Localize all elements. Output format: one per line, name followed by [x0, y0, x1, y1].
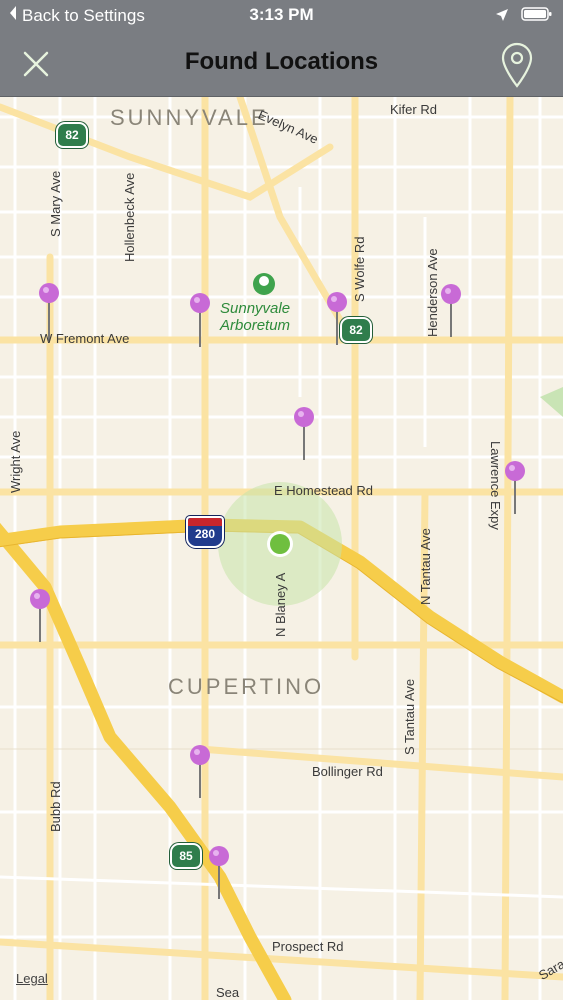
route-82-shield: 82 [56, 122, 88, 148]
street-label-kifer: Kifer Rd [390, 102, 437, 117]
legal-link[interactable]: Legal [16, 971, 48, 986]
tree-icon [259, 276, 269, 286]
street-label-lawrence: Lawrence Expy [488, 441, 503, 530]
street-label-s-mary: S Mary Ave [48, 170, 63, 237]
interstate-280-shield: 280 [186, 516, 224, 548]
street-label-bubb: Bubb Rd [48, 781, 63, 832]
clock: 3:13 PM [249, 5, 314, 24]
route-82-shield: 82 [340, 317, 372, 343]
street-label-bollinger: Bollinger Rd [312, 764, 383, 779]
city-label-cupertino: CUPERTINO [168, 674, 325, 699]
park-label-line1: Sunnyvale [220, 300, 291, 317]
street-label-hollenbeck: Hollenbeck Ave [122, 172, 137, 262]
interstate-280-label: 280 [194, 527, 216, 541]
street-label-s-wolfe: S Wolfe Rd [352, 236, 367, 302]
street-label-w-fremont: W Fremont Ave [40, 331, 130, 346]
street-label-n-tantau: N Tantau Ave [418, 528, 433, 605]
city-label-sunnyvale: SUNNYVALE [110, 105, 269, 130]
street-label-e-homestead: E Homestead Rd [274, 483, 373, 498]
park-label-line2: Arboretum [220, 317, 291, 334]
location-pin-button[interactable] [499, 40, 535, 88]
current-location-dot [270, 534, 290, 554]
status-bar: Back to Settings 3:13 PM [0, 0, 563, 32]
route-85-shield: 85 [170, 843, 202, 869]
map-pin-icon [501, 42, 533, 88]
page-title: Found Locations [184, 48, 379, 75]
battery-icon [521, 6, 553, 27]
street-label-n-blaney: N Blaney A [273, 572, 288, 637]
navigation-bar: Found Locations [0, 32, 563, 97]
street-label-henderson: Henderson Ave [425, 248, 440, 337]
park-label: Sunnyvale Arboretum [220, 300, 290, 334]
street-label-sea: Sea [216, 985, 240, 1000]
street-label-wright: Wright Ave [8, 430, 23, 493]
map-view[interactable]: SUNNYVALE CUPERTINO Sunnyvale Arboretum … [0, 97, 563, 1000]
street-label-s-tantau: S Tantau Ave [402, 678, 417, 755]
street-label-prospect: Prospect Rd [272, 939, 344, 954]
location-arrow-icon [495, 7, 509, 27]
map-canvas[interactable] [0, 97, 563, 1000]
